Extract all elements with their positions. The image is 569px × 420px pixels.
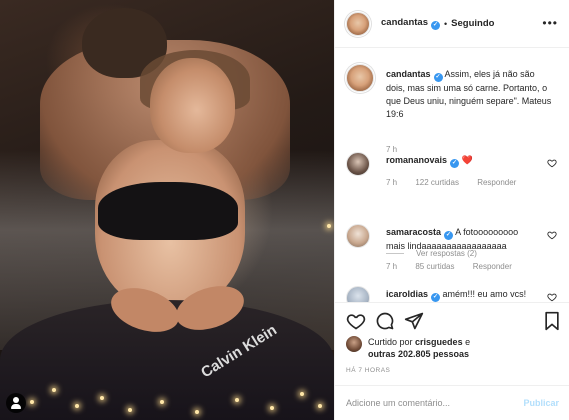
fairy-light — [52, 388, 56, 392]
fairy-light — [270, 406, 274, 410]
liked-by-others-button[interactable]: outras 202.805 pessoas — [368, 349, 469, 359]
tagged-users-button[interactable] — [6, 393, 26, 413]
reply-button[interactable]: Responder — [477, 178, 516, 187]
comments-list[interactable]: candantas ✓ Assim, eles já não são dois, … — [335, 48, 569, 302]
comment-author[interactable]: icaroldias — [386, 289, 428, 299]
fairy-light — [327, 224, 331, 228]
post-header: candantas ✓ • Seguindo ••• — [335, 0, 569, 48]
liked-by-avatar[interactable] — [346, 336, 362, 352]
comment-likes[interactable]: 85 curtidas — [415, 262, 454, 271]
comment-text: romananovais ✓ ❤️ — [386, 154, 536, 168]
like-heart-icon[interactable] — [346, 311, 366, 331]
photo-brand-text: Calvin Klein — [198, 321, 280, 381]
share-send-icon[interactable] — [404, 311, 424, 331]
fairy-light — [235, 398, 239, 402]
replies-divider — [386, 253, 404, 254]
fairy-light — [128, 408, 132, 412]
comment-author[interactable]: samaracosta — [386, 227, 441, 237]
like-comment-heart-icon[interactable] — [547, 292, 557, 302]
comment-avatar[interactable] — [346, 152, 370, 176]
more-options-icon[interactable]: ••• — [542, 16, 558, 30]
fairy-light — [75, 404, 79, 408]
comment-time[interactable]: 7 h — [386, 178, 397, 187]
photo-bra — [98, 182, 238, 240]
liked-by-summary: Curtido por crisguedes e outras 202.805 … — [346, 336, 470, 360]
comment-avatar[interactable] — [346, 286, 370, 302]
photo-woman-head — [150, 58, 235, 153]
liked-by-user[interactable]: crisguedes — [415, 337, 463, 347]
comment-meta: 7 h 122 curtidas Responder — [386, 178, 532, 187]
heart-emoji: ❤️ — [461, 155, 473, 165]
caption-author-avatar[interactable] — [346, 64, 374, 92]
author-username[interactable]: candantas ✓ — [381, 17, 440, 30]
like-comment-heart-icon[interactable] — [547, 230, 557, 240]
comment-likes[interactable]: 122 curtidas — [415, 178, 459, 187]
reply-button[interactable]: Responder — [473, 262, 512, 271]
post-photo[interactable]: Calvin Klein — [0, 0, 334, 420]
author-username-text[interactable]: candantas — [381, 17, 428, 28]
save-bookmark-icon[interactable] — [543, 311, 561, 331]
like-comment-heart-icon[interactable] — [547, 158, 557, 168]
comment-author[interactable]: romananovais — [386, 155, 447, 165]
fairy-light — [160, 400, 164, 404]
verified-badge-icon: ✓ — [431, 293, 441, 302]
user-icon — [13, 397, 19, 403]
fairy-light — [100, 396, 104, 400]
fairy-light — [195, 410, 199, 414]
comment-text: samaracosta ✓ A fotooooooooo mais lindaaa… — [386, 226, 536, 253]
add-comment-bar: Publicar — [335, 385, 569, 420]
liked-by-prefix: Curtido por — [368, 337, 413, 347]
verified-badge-icon: ✓ — [444, 231, 454, 240]
fairy-light — [318, 404, 322, 408]
liked-by-connector: e — [465, 337, 471, 347]
separator-dot: • — [444, 18, 448, 29]
caption-text: candantas ✓ Assim, eles já não são dois, … — [386, 68, 556, 121]
publish-button[interactable]: Publicar — [523, 398, 559, 408]
follow-status-button[interactable]: Seguindo — [451, 18, 494, 29]
verified-badge-icon: ✓ — [450, 159, 460, 168]
caption-time[interactable]: 7 h — [386, 145, 397, 154]
author-avatar[interactable] — [346, 11, 370, 36]
post-side-panel: candantas ✓ • Seguindo ••• candantas ✓ Ass… — [334, 0, 569, 420]
comment-body: amém!!! eu amo vcs! — [442, 289, 527, 299]
comment-bubble-icon[interactable] — [375, 311, 395, 331]
caption-author[interactable]: candantas — [386, 69, 431, 79]
verified-badge-icon: ✓ — [433, 73, 443, 82]
comment-text: icaroldias ✓ amém!!! eu amo vcs! — [386, 288, 536, 302]
comment-input[interactable] — [346, 398, 524, 408]
fairy-light — [300, 392, 304, 396]
comment-time[interactable]: 7 h — [386, 262, 397, 271]
comment-avatar[interactable] — [346, 224, 370, 248]
verified-badge-icon: ✓ — [431, 21, 440, 30]
fairy-light — [30, 400, 34, 404]
user-icon-body — [11, 404, 21, 409]
comment-meta: 7 h 85 curtidas Responder — [386, 262, 528, 271]
liked-by-text: Curtido por crisguedes e outras 202.805 … — [368, 336, 470, 360]
post-timestamp[interactable]: HÁ 7 HORAS — [346, 367, 390, 374]
